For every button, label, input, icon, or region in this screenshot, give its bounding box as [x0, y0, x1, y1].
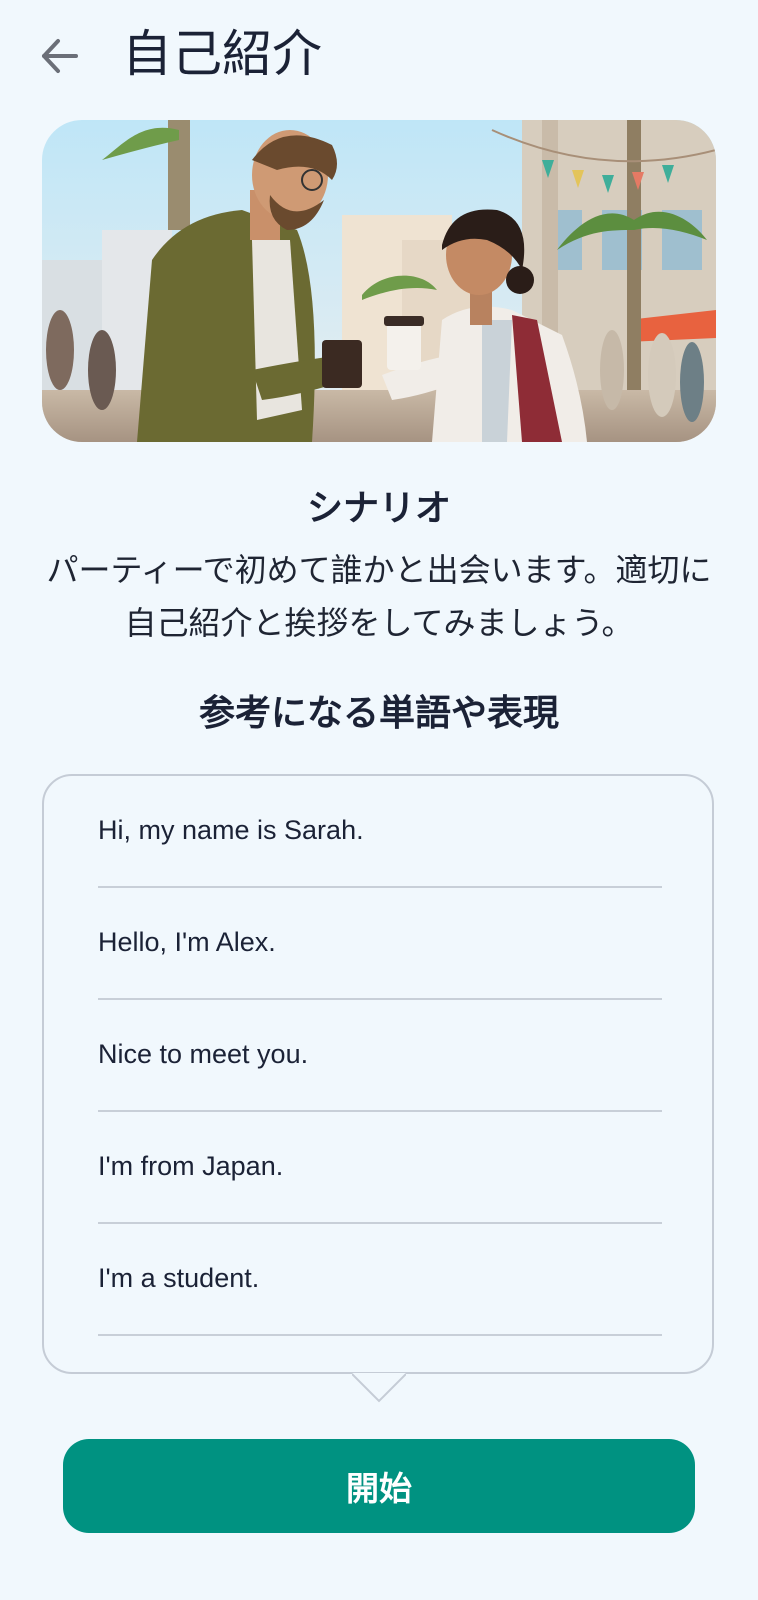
phrase-item: Hi, my name is Sarah. [98, 776, 662, 888]
vocabulary-heading: 参考になる単語や表現 [198, 693, 559, 734]
scenario-description: パーティーで初めて誰かと出会います。適切に自己紹介と挨拶をしてみましょう。 [46, 551, 712, 642]
page-title: 自己紹介 [122, 25, 322, 83]
phrase-item: I'm a student. [98, 1224, 662, 1336]
phrase-list: Hi, my name is Sarah. Hello, I'm Alex. N… [98, 776, 662, 1336]
phrase-item: I'm from Japan. [98, 1112, 662, 1224]
arrow-left-icon [42, 39, 78, 73]
app-bar: 自己紹介 [0, 0, 758, 115]
scenario-heading: シナリオ [306, 488, 451, 529]
start-button[interactable]: 開始 [63, 1439, 695, 1533]
phrase-card: Hi, my name is Sarah. Hello, I'm Alex. N… [42, 774, 714, 1374]
phrase-item: Hello, I'm Alex. [98, 888, 662, 1000]
back-button[interactable] [32, 28, 88, 84]
scenario-illustration [42, 120, 716, 442]
speech-bubble-tail [352, 1373, 406, 1403]
phrase-item: Nice to meet you. [98, 1000, 662, 1112]
